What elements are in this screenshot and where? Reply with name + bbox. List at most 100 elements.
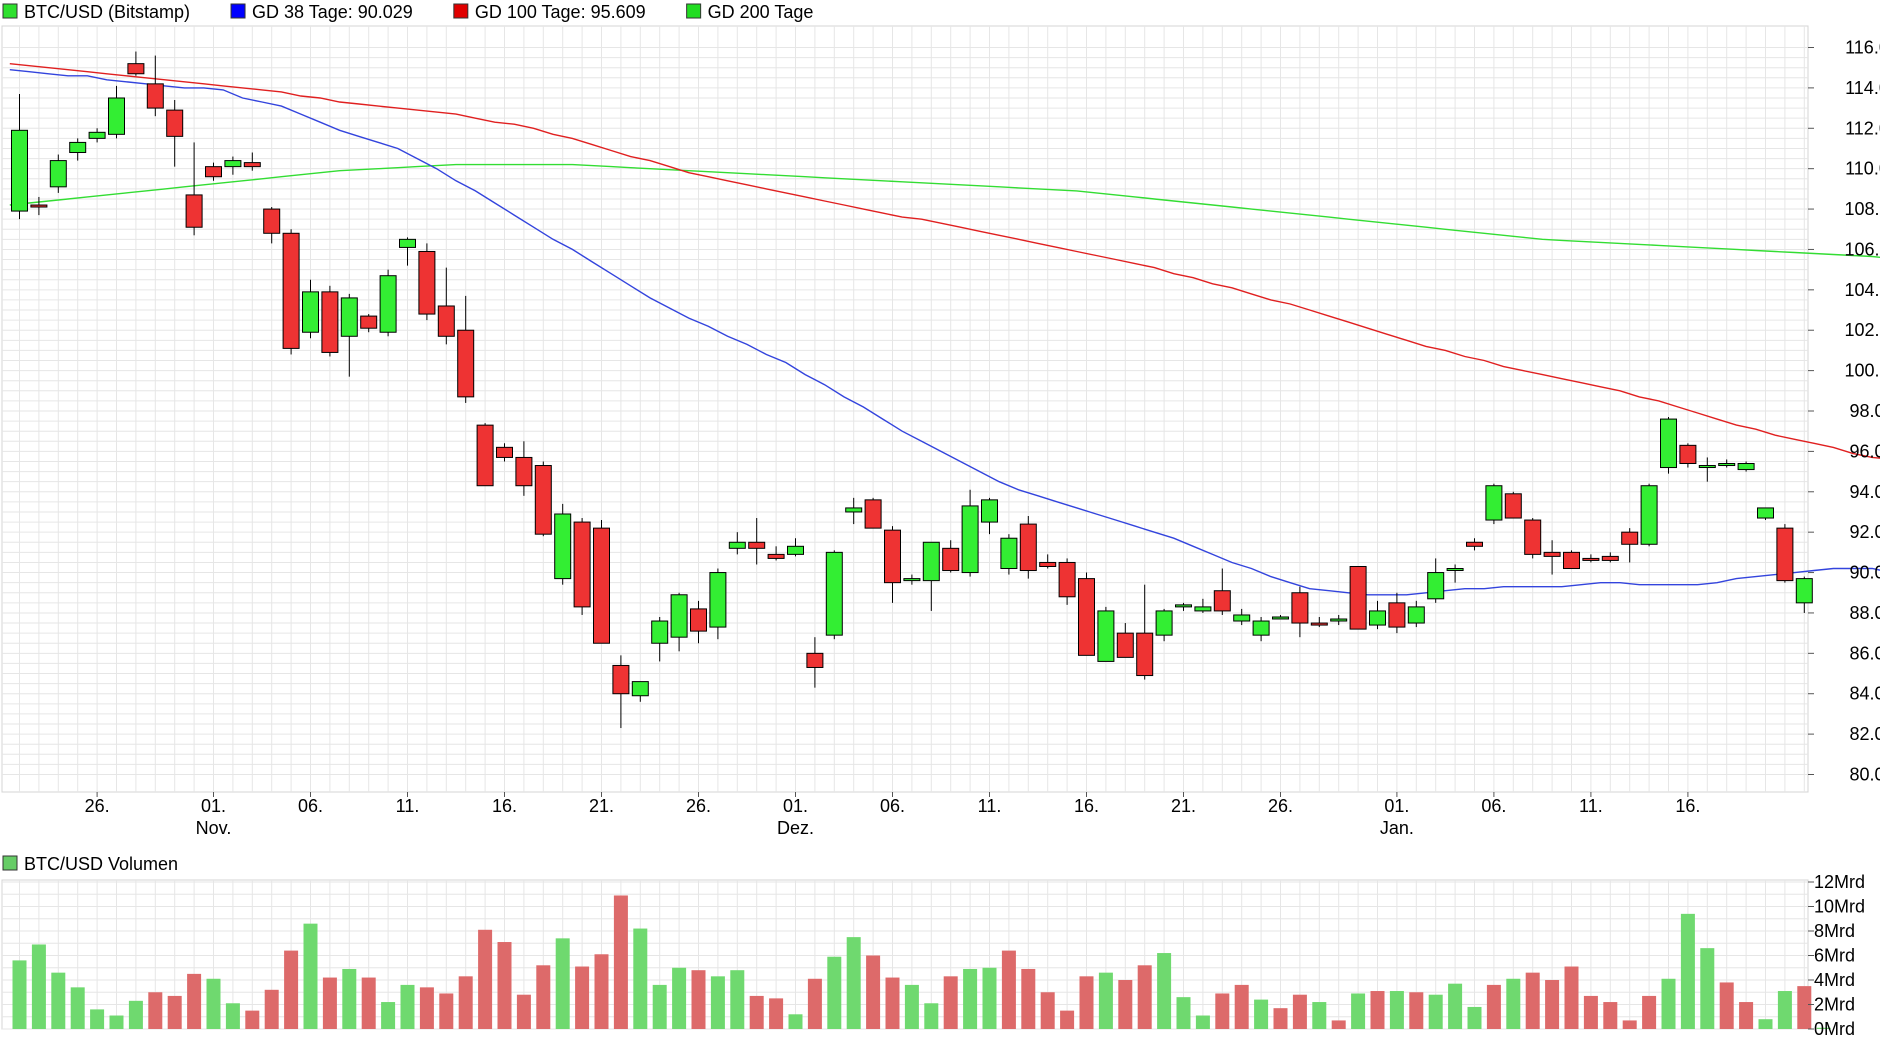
volume-bar [1254,999,1269,1029]
candle-body [554,513,572,580]
candle-body [1485,485,1503,521]
volume-bar [70,987,85,1029]
volume-bar [1622,1020,1637,1029]
volume-bar [1467,1006,1482,1029]
x-tick-day: 21. [1171,796,1196,816]
btc-chart: BTC/USD (Bitstamp) GD 38 Tage: 90.029 GD 1… [1,2,1880,1039]
candle-body [1407,606,1425,624]
candle-body [1213,590,1231,612]
candle [864,497,882,529]
x-tick-month: Nov. [196,818,232,838]
x-tick-month: Jan. [1380,818,1414,838]
candle-body [515,456,533,487]
y-tick-label: 114.000 [1845,78,1880,98]
candle-body [1388,602,1406,628]
candle-body [787,545,804,555]
candle-body [146,83,164,109]
candle-body [243,162,261,168]
candle-body [1466,541,1483,547]
x-tick-day: 06. [298,796,323,816]
y-tick-label: 102.000 [1844,320,1880,340]
candle-body [825,551,843,636]
volume-bar [342,968,357,1029]
y-tick-label: 112.000 [1845,118,1880,138]
y-tick-label: 94.000 [1849,482,1880,502]
candle [1679,443,1697,468]
volume-bar [1312,1002,1327,1029]
x-tick-day: 11. [1579,796,1603,816]
x-tick-month: Dez. [777,818,814,838]
volume-bar [90,1009,105,1029]
volume-bar [187,973,202,1029]
volume-bar [225,1003,240,1029]
candle-body [1233,614,1251,622]
candle-body [806,652,824,668]
candle-body [1175,604,1192,608]
candle [1504,491,1522,519]
candle-body [1737,463,1755,471]
candle-body [1640,485,1658,545]
y-tick-label: 6Mrd [1814,946,1855,966]
volume-bar [1583,995,1598,1029]
volume-bar [31,944,46,1029]
candle-body [476,424,494,487]
legend-swatch [2,855,18,871]
volume-bar [1351,993,1366,1029]
y-tick-label: 84.000 [1849,684,1880,704]
candle-body [1795,578,1813,604]
candle-body [263,208,281,234]
candle-body [360,315,378,329]
volume-bar [672,967,687,1029]
y-tick-label: 2Mrd [1814,995,1855,1015]
legend-swatch [230,3,246,19]
y-tick-label: 8Mrd [1814,921,1855,941]
candle-body [1582,557,1600,561]
candle-body [1679,444,1697,465]
volume-bar [1545,980,1560,1029]
candle [825,550,843,640]
volume-bar [691,970,706,1029]
volume-bar [322,977,337,1029]
volume-bar [1564,966,1579,1029]
x-tick-day: 21. [589,796,614,816]
candle-body [1272,616,1289,620]
candle-body [709,572,727,628]
volume-bar [749,995,764,1029]
candle-body [205,166,222,178]
candle-body [185,194,203,228]
candle [593,520,610,644]
candle [1485,483,1503,525]
volume-bar [148,992,163,1029]
legend-swatch [2,3,18,19]
candle [476,423,494,487]
volume-bar [264,989,279,1029]
candle-body [457,329,475,398]
volume-bar [361,977,376,1029]
candle-body [845,507,863,513]
x-tick-day: 16. [1675,796,1700,816]
x-tick-day: 16. [1074,796,1099,816]
candle [554,503,572,585]
volume-bar [536,965,551,1029]
candle-body [1291,592,1309,624]
volume-bar [788,1014,803,1029]
volume-bar [982,967,997,1029]
price-plot-area [1,25,1809,793]
y-tick-label: 110.000 [1845,159,1880,179]
candle-body [1524,519,1542,555]
candle [1640,483,1658,547]
candle-body [767,553,785,559]
volume-bar [1739,1002,1754,1029]
candle-body [748,541,766,549]
volume-bar [1797,986,1812,1029]
volume-bar [1777,991,1792,1029]
candle [1019,516,1037,579]
candle-body [651,620,669,644]
candle [1563,550,1580,570]
candle-body [1155,610,1173,636]
volume-bar [51,972,66,1029]
candle-body [690,608,707,632]
candle [321,285,339,357]
candle-body [534,465,552,535]
candle-body [1601,555,1619,561]
